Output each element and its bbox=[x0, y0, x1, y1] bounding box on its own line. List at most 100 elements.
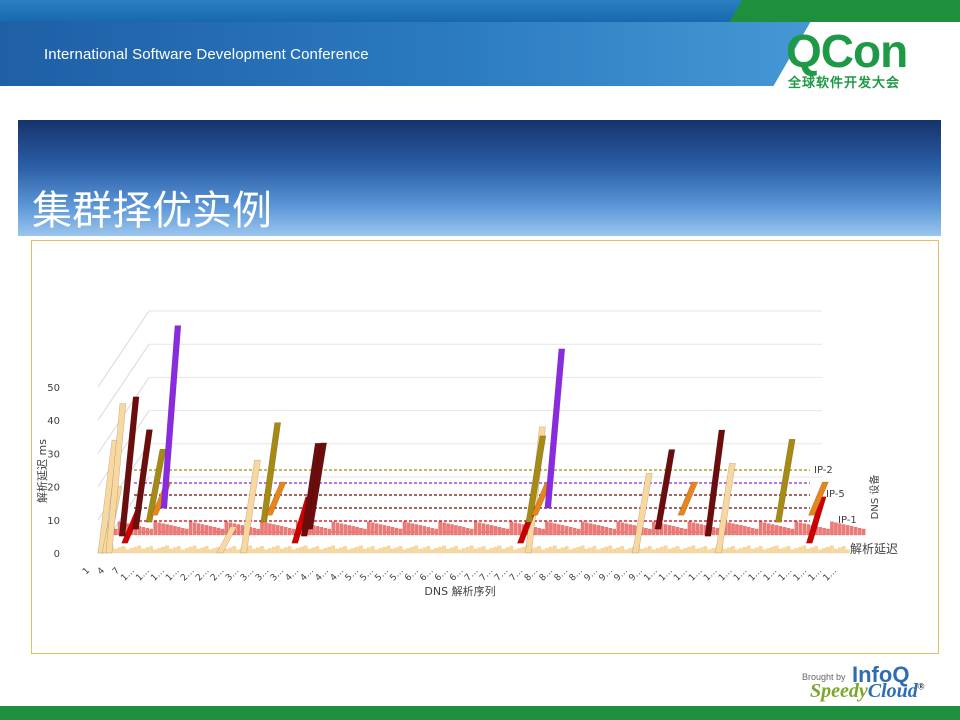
banner-green-accent bbox=[729, 0, 960, 22]
bar-front bbox=[113, 548, 118, 554]
bar-back bbox=[410, 523, 415, 536]
y-tick-label: 0 bbox=[54, 549, 60, 560]
bar-back bbox=[485, 524, 490, 536]
bar-back bbox=[181, 527, 185, 536]
bar-back bbox=[846, 525, 850, 536]
bar-front bbox=[572, 548, 577, 554]
bar-back bbox=[850, 526, 854, 536]
bar-back bbox=[323, 527, 328, 536]
bar-front bbox=[834, 548, 838, 554]
bar-back bbox=[747, 527, 751, 536]
bar-back bbox=[236, 524, 241, 536]
bar-back bbox=[762, 522, 767, 536]
bar-back bbox=[608, 527, 613, 536]
bar-back bbox=[256, 528, 260, 536]
bar-front bbox=[430, 549, 434, 554]
bar-spike bbox=[774, 438, 796, 523]
y-tick-label: 40 bbox=[47, 416, 60, 427]
bar-front bbox=[145, 547, 150, 554]
bar-front bbox=[537, 546, 541, 554]
bar-front bbox=[469, 545, 474, 554]
bar-front bbox=[584, 548, 589, 554]
bar-front bbox=[347, 549, 351, 554]
x-tick-label: 6… bbox=[403, 566, 420, 583]
bar-front bbox=[691, 545, 696, 554]
bar-front bbox=[754, 547, 759, 554]
bar-back bbox=[778, 526, 783, 536]
bar-back bbox=[853, 527, 858, 536]
bar-back bbox=[766, 523, 771, 536]
bar-front bbox=[778, 548, 783, 554]
bar-front bbox=[454, 546, 458, 554]
x-tick-label: 7… bbox=[508, 566, 525, 583]
bar-back bbox=[731, 523, 735, 536]
chart-frame: 0 10 20 30 40 50 1 4 7 1… 1… 1… 1… 2… 2… 2… 3… 3… 3… 3… 4… 4…… bbox=[31, 240, 939, 654]
bar-back bbox=[624, 523, 628, 536]
bar-back bbox=[200, 524, 205, 536]
bar-back bbox=[755, 528, 759, 536]
bar-spike bbox=[677, 481, 699, 516]
bar-back bbox=[600, 526, 605, 536]
bar-front bbox=[271, 546, 276, 554]
bar-back bbox=[743, 526, 747, 536]
bar-front bbox=[129, 548, 134, 554]
bar-front bbox=[766, 548, 771, 554]
bar-front bbox=[556, 548, 561, 554]
x-tick-label: 6… bbox=[448, 566, 465, 583]
bar-front bbox=[497, 545, 502, 554]
bar-front bbox=[731, 546, 735, 554]
x-tick-label: 2… bbox=[194, 566, 211, 583]
x-tick-label: 7… bbox=[493, 566, 510, 583]
x-tick-label: 3… bbox=[239, 566, 256, 583]
z-axis-label: DNS 设备 bbox=[868, 475, 881, 520]
bar-front bbox=[735, 549, 739, 554]
bar-back bbox=[434, 528, 438, 536]
bar-front bbox=[307, 548, 312, 554]
bar-front bbox=[442, 545, 446, 554]
y-tick-label: 10 bbox=[47, 516, 60, 527]
bar-back bbox=[462, 527, 466, 536]
bar-front bbox=[628, 548, 632, 554]
bar-back bbox=[790, 528, 795, 536]
bar-front bbox=[204, 546, 209, 554]
bar-back bbox=[268, 523, 272, 536]
bar-front bbox=[331, 545, 336, 554]
bar-front bbox=[620, 546, 624, 554]
x-tick-label: 4… bbox=[284, 566, 301, 583]
bar-back bbox=[351, 526, 355, 536]
bar-front bbox=[841, 546, 846, 554]
x-tick-label: 5… bbox=[344, 566, 361, 583]
bar-back bbox=[794, 521, 799, 536]
bar-front bbox=[121, 546, 126, 554]
bar-back bbox=[442, 522, 446, 536]
bar-front bbox=[802, 545, 807, 554]
bar-front bbox=[604, 546, 609, 554]
conference-title: International Software Development Confe… bbox=[44, 46, 369, 63]
bar-back bbox=[774, 525, 779, 536]
x-tick-label: 7… bbox=[463, 566, 480, 583]
bar-front bbox=[580, 545, 585, 554]
bar-front bbox=[564, 546, 569, 554]
x-tick-label: 9… bbox=[613, 566, 630, 583]
bar-back bbox=[588, 523, 593, 536]
bar-spike bbox=[160, 325, 182, 509]
bar-back bbox=[683, 528, 688, 536]
bar-front bbox=[695, 548, 700, 554]
bar-back bbox=[612, 528, 617, 536]
bar-front bbox=[651, 549, 656, 554]
bar-front bbox=[822, 548, 826, 554]
x-tick-label: 8… bbox=[538, 566, 555, 583]
bar-back bbox=[604, 527, 609, 536]
bar-back bbox=[280, 526, 284, 536]
x-tick-label: 4 bbox=[96, 566, 107, 577]
x-tick-label: 7… bbox=[478, 566, 495, 583]
bar-front bbox=[153, 549, 157, 554]
bar-front bbox=[675, 546, 680, 554]
x-tick-label: 3… bbox=[254, 566, 271, 583]
bar-front bbox=[461, 548, 466, 554]
bar-back bbox=[553, 523, 557, 536]
bar-back bbox=[596, 525, 601, 536]
depth-series-label: 解析延迟 bbox=[850, 542, 898, 556]
bar-back bbox=[545, 521, 549, 536]
qcon-logo: QCon 全球软件开发大会 bbox=[786, 24, 936, 91]
